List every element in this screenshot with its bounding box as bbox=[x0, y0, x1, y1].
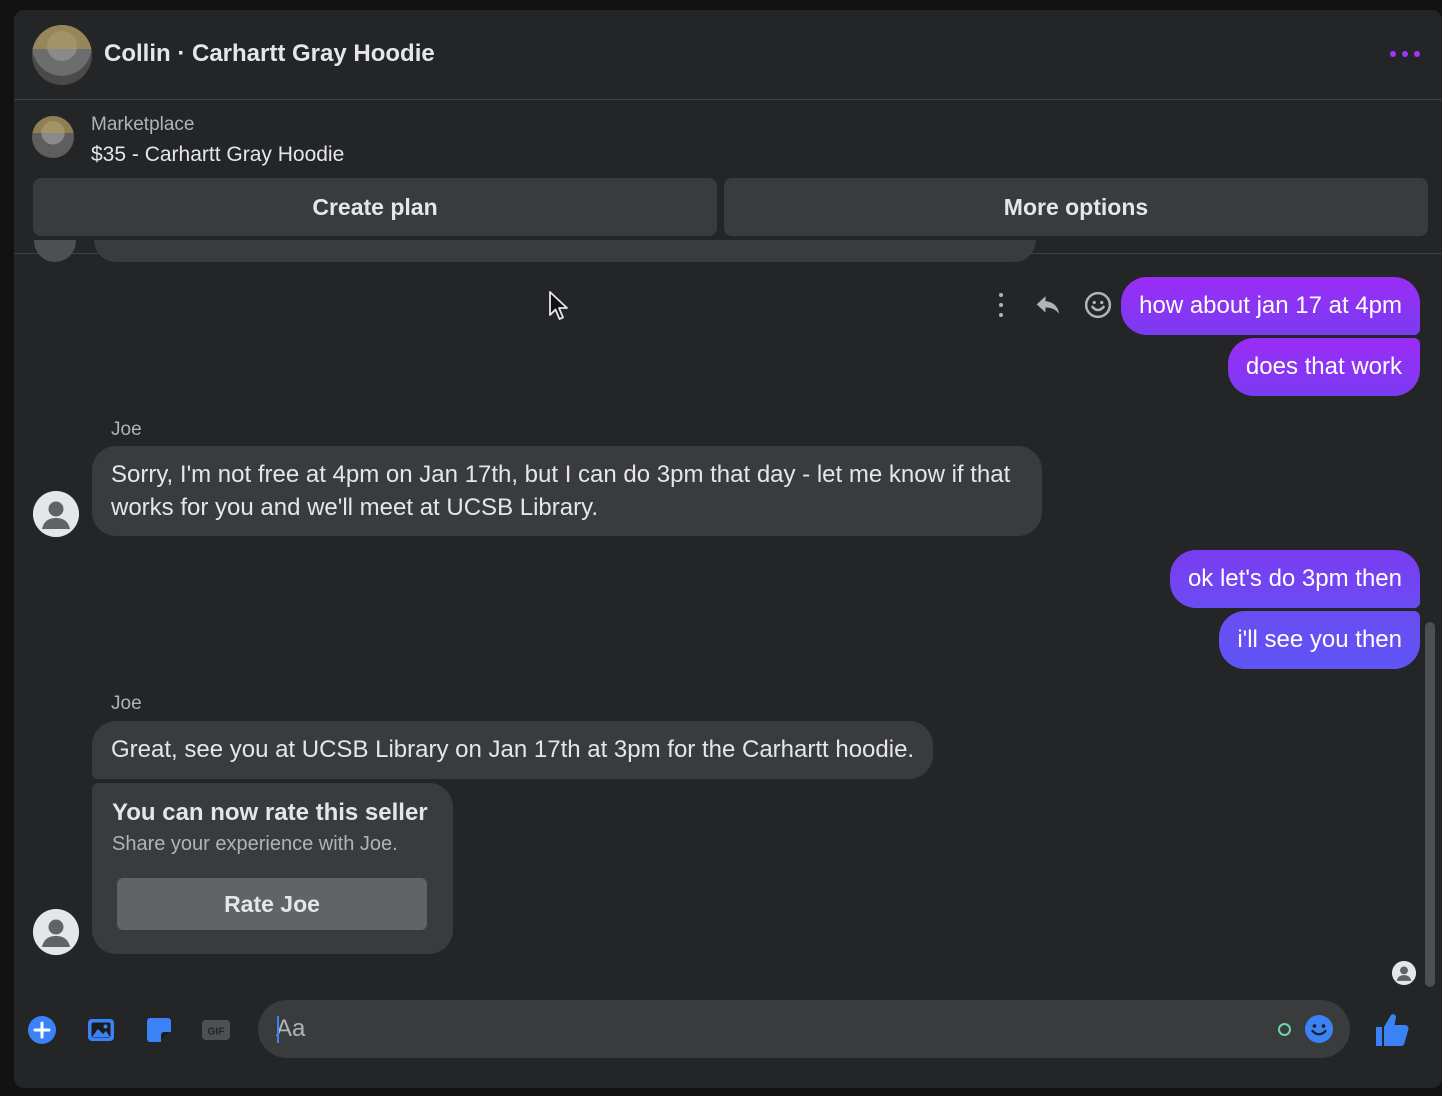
outgoing-message[interactable]: how about jan 17 at 4pm bbox=[1121, 277, 1420, 335]
message-bubble-partial bbox=[94, 240, 1036, 262]
message-input[interactable] bbox=[276, 1000, 1256, 1058]
like-icon[interactable] bbox=[1372, 1010, 1412, 1050]
incoming-message[interactable]: Great, see you at UCSB Library on Jan 17… bbox=[92, 721, 934, 779]
gif-icon[interactable]: GIF bbox=[200, 1014, 232, 1046]
sticker-icon[interactable] bbox=[143, 1014, 175, 1046]
reply-icon[interactable] bbox=[1033, 290, 1063, 320]
listing-thumbnail[interactable] bbox=[32, 116, 74, 158]
rate-seller-card: You can now rate this seller Share your … bbox=[92, 783, 453, 954]
contact-avatar[interactable] bbox=[32, 25, 92, 85]
more-icon[interactable] bbox=[1390, 40, 1420, 68]
seen-indicator-avatar bbox=[1392, 961, 1416, 985]
avatar bbox=[34, 240, 76, 262]
text-caret bbox=[277, 1016, 279, 1043]
incoming-message[interactable]: Sorry, I'm not free at 4pm on Jan 17th, … bbox=[92, 446, 1042, 536]
rate-card-title: You can now rate this seller bbox=[112, 799, 428, 826]
svg-text:GIF: GIF bbox=[208, 1027, 225, 1038]
emoji-icon[interactable] bbox=[1304, 1014, 1334, 1044]
sender-name: Joe bbox=[111, 693, 142, 714]
create-plan-button[interactable]: Create plan bbox=[33, 178, 717, 236]
outgoing-message[interactable]: ok let's do 3pm then bbox=[1169, 550, 1420, 608]
scrollbar[interactable] bbox=[1425, 622, 1435, 987]
plus-icon[interactable] bbox=[26, 1014, 58, 1046]
mouse-cursor-icon bbox=[549, 291, 568, 320]
chat-window: Collin · Carhartt Gray Hoodie Marketplac… bbox=[14, 10, 1442, 1088]
outgoing-message[interactable]: does that work bbox=[1227, 338, 1420, 396]
more-options-button[interactable]: More options bbox=[724, 178, 1428, 236]
rate-joe-button[interactable]: Rate Joe bbox=[117, 878, 427, 930]
chat-header: Collin · Carhartt Gray Hoodie bbox=[14, 10, 1442, 100]
listing-title[interactable]: $35 - Carhartt Gray Hoodie bbox=[91, 143, 344, 167]
react-icon[interactable] bbox=[1083, 290, 1113, 320]
rate-card-subtitle: Share your experience with Joe. bbox=[112, 833, 398, 855]
message-input-container bbox=[258, 1000, 1350, 1058]
avatar[interactable] bbox=[33, 491, 79, 537]
marketplace-label: Marketplace bbox=[91, 114, 195, 135]
sender-name: Joe bbox=[111, 419, 142, 440]
conversation-title[interactable]: Collin · Carhartt Gray Hoodie bbox=[104, 40, 435, 68]
kebab-icon[interactable] bbox=[989, 290, 1013, 320]
avatar[interactable] bbox=[33, 909, 79, 955]
message-actions bbox=[989, 290, 1113, 320]
status-dot-icon bbox=[1278, 1023, 1291, 1036]
image-icon[interactable] bbox=[85, 1014, 117, 1046]
outgoing-message[interactable]: i'll see you then bbox=[1219, 611, 1420, 669]
